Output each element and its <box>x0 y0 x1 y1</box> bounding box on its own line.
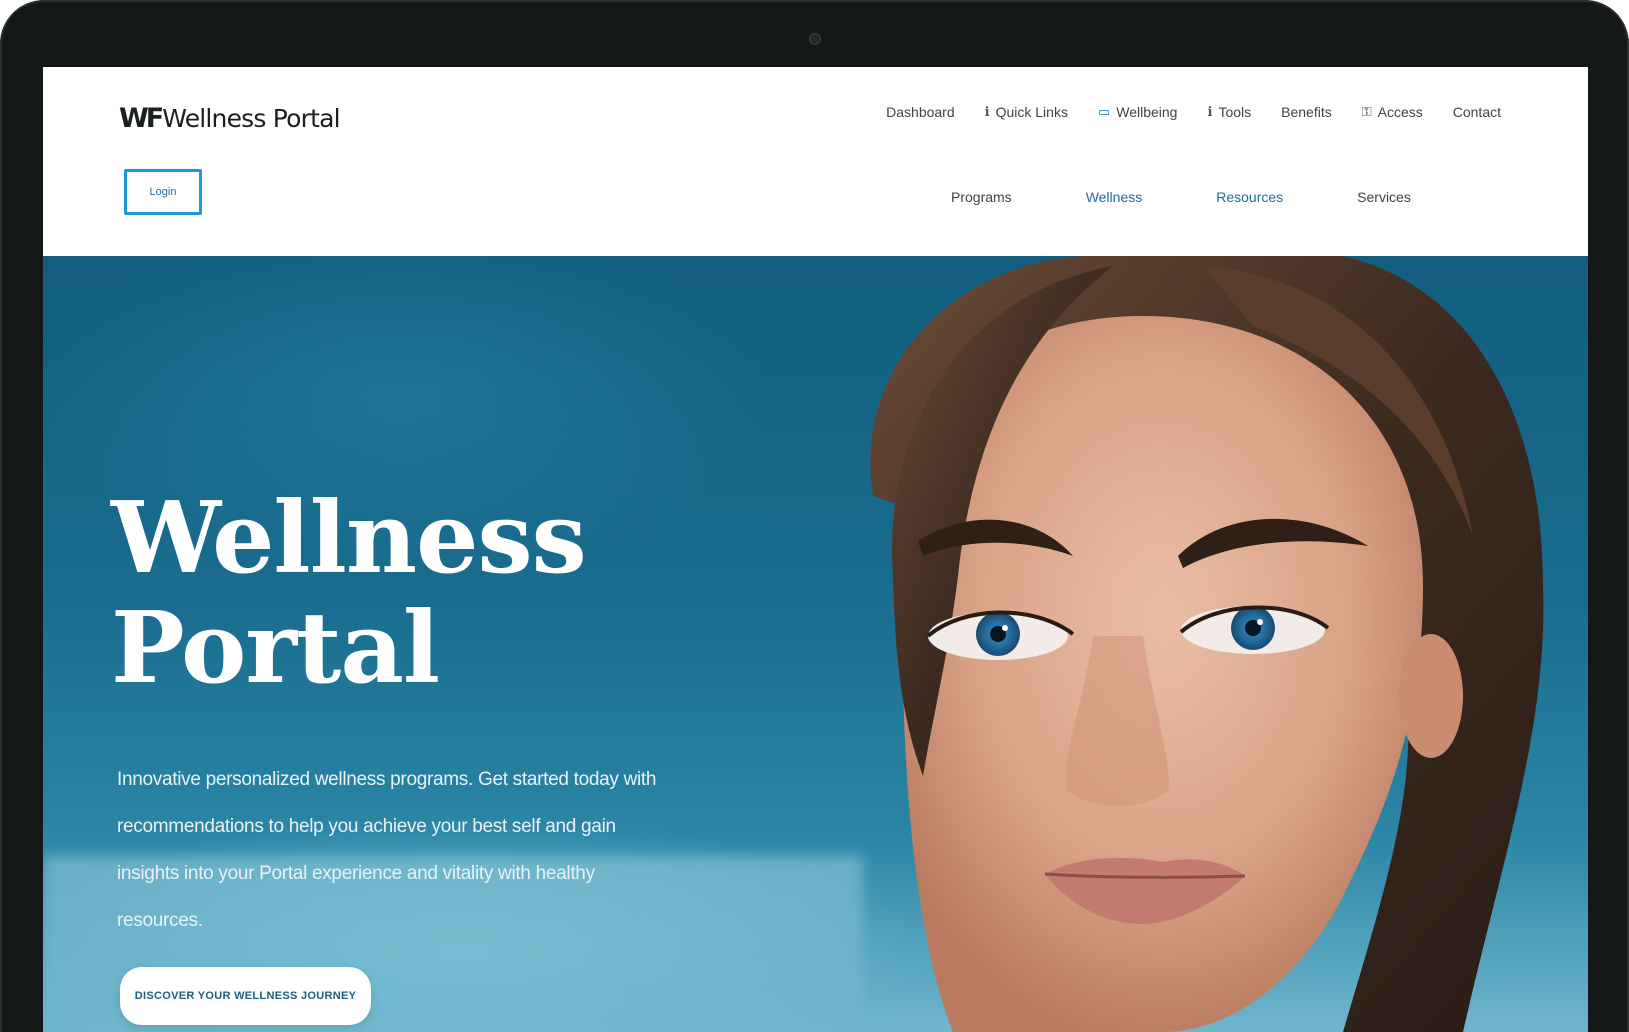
top-nav-item-tools[interactable]: ℹ Tools <box>1207 104 1251 120</box>
top-nav-label: Benefits <box>1281 104 1332 120</box>
hero-section: Wellness Portal Innovative personalized … <box>43 256 1588 1032</box>
hero-description: Innovative personalized wellness program… <box>117 769 657 931</box>
sub-nav: Programs Wellness Resources Services <box>951 189 1411 205</box>
login-button[interactable]: Login <box>124 169 202 215</box>
hero-title-line2: Portal <box>111 591 440 706</box>
sub-nav-item-programs[interactable]: Programs <box>951 189 1012 205</box>
hero-portrait-image <box>870 256 1544 1032</box>
top-nav-label: Access <box>1377 104 1423 120</box>
laptop-frame: WF Wellness Portal Dashboard ℹ Quick Lin… <box>0 0 1629 1032</box>
site-header: WF Wellness Portal Dashboard ℹ Quick Lin… <box>43 67 1588 256</box>
top-nav-label: Contact <box>1452 104 1501 120</box>
top-nav-label: Quick Links <box>995 104 1068 120</box>
card-icon: ▭ <box>1097 104 1111 119</box>
top-nav-label: Tools <box>1218 104 1252 120</box>
info-icon: ℹ <box>984 104 990 119</box>
top-nav-item-dashboard[interactable]: Dashboard <box>886 104 955 120</box>
sub-nav-item-wellness[interactable]: Wellness <box>1086 189 1143 205</box>
top-nav-label: Dashboard <box>886 104 955 120</box>
top-nav-item-quick-links[interactable]: ℹ Quick Links <box>985 104 1068 120</box>
hero-title: Wellness Portal <box>111 481 587 706</box>
sub-nav-item-resources[interactable]: Resources <box>1216 189 1283 205</box>
top-nav-item-contact[interactable]: Contact <box>1453 104 1501 120</box>
sub-nav-item-services[interactable]: Services <box>1357 189 1411 205</box>
cta-button[interactable]: Discover your wellness journey <box>120 967 371 1025</box>
top-nav-item-wellbeing[interactable]: ▭ Wellbeing <box>1098 104 1178 120</box>
logo-mark: WF <box>119 103 164 134</box>
top-nav: Dashboard ℹ Quick Links ▭ Wellbeing ℹ To… <box>886 104 1501 120</box>
camera-dot <box>809 33 821 45</box>
hero-title-line1: Wellness <box>111 481 587 596</box>
top-nav-label: Wellbeing <box>1116 104 1178 120</box>
top-nav-item-benefits[interactable]: Benefits <box>1281 104 1332 120</box>
info-icon: ℹ <box>1207 104 1213 119</box>
site-logo[interactable]: WF Wellness Portal <box>119 103 341 134</box>
logo-text: Wellness Portal <box>162 104 340 133</box>
top-nav-item-access[interactable]: ⚿ Access <box>1362 104 1423 120</box>
browser-screen: WF Wellness Portal Dashboard ℹ Quick Lin… <box>43 67 1588 1032</box>
key-icon: ⚿ <box>1361 104 1372 119</box>
